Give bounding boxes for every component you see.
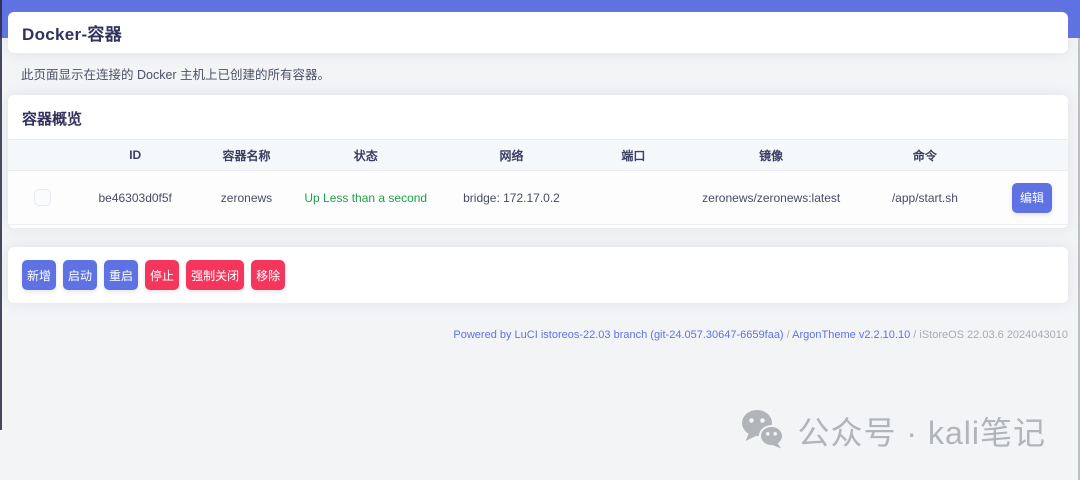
powered-by-link[interactable]: Powered by LuCI istoreos-22.03 branch (g…: [453, 329, 783, 341]
cell-image: zeronews/zeronews:latest: [675, 170, 867, 225]
page-title-card: Docker-容器: [8, 12, 1068, 53]
col-command: 命令: [866, 139, 984, 171]
table-row: be46303d0f5f zeronews Up Less than a sec…: [8, 170, 1068, 225]
row-checkbox[interactable]: [33, 189, 51, 206]
col-id: ID: [76, 139, 194, 171]
restart-button[interactable]: 重启: [104, 260, 139, 290]
col-ports: 端口: [590, 139, 676, 171]
footer-separator: /: [783, 329, 793, 341]
start-button[interactable]: 启动: [63, 260, 98, 290]
edit-button[interactable]: 编辑: [1012, 182, 1052, 213]
col-name: 容器名称: [193, 139, 300, 171]
add-button[interactable]: 新增: [22, 260, 57, 290]
cell-network: bridge: 172.17.0.2: [431, 170, 591, 225]
col-actions: [983, 139, 1068, 171]
cell-container-name: zeronews: [193, 170, 300, 225]
cell-command: /app/start.sh: [866, 170, 984, 225]
footer: Powered by LuCI istoreos-22.03 branch (g…: [453, 329, 1068, 341]
screenshot-left-edge: [0, 0, 2, 430]
col-network: 网络: [431, 139, 591, 171]
container-overview-card: 容器概览 ID 容器名称 状态 网络 端口 镜像 命令 be46303d0f5f: [8, 95, 1068, 228]
watermark-text: 公众号 · kali笔记: [797, 415, 1046, 451]
watermark: 公众号 · kali笔记: [741, 408, 1046, 454]
cell-ports: [590, 170, 676, 225]
footer-separator-2: /: [910, 329, 920, 341]
table-header-row: ID 容器名称 状态 网络 端口 镜像 命令: [8, 139, 1068, 171]
containers-table: ID 容器名称 状态 网络 端口 镜像 命令 be46303d0f5f zero…: [8, 139, 1068, 225]
col-image: 镜像: [675, 139, 867, 171]
section-title: 容器概览: [22, 111, 83, 128]
col-checkbox: [8, 139, 77, 171]
page-title: Docker-容器: [22, 25, 123, 44]
actions-card: 新增 启动 重启 停止 强制关闭 移除: [8, 247, 1068, 303]
cell-container-id: be46303d0f5f: [76, 170, 194, 225]
remove-button[interactable]: 移除: [251, 260, 286, 290]
argon-theme-link[interactable]: ArgonTheme v2.2.10.10: [792, 329, 910, 341]
firmware-version: iStoreOS 22.03.6 2024043010: [919, 329, 1068, 341]
force-close-button[interactable]: 强制关闭: [186, 260, 245, 290]
wechat-icon: [741, 409, 785, 454]
cell-status: Up Less than a second: [299, 170, 432, 225]
col-status: 状态: [299, 139, 432, 171]
stop-button[interactable]: 停止: [145, 260, 180, 290]
page-description: 此页面显示在连接的 Docker 主机上已创建的所有容器。: [21, 68, 331, 82]
